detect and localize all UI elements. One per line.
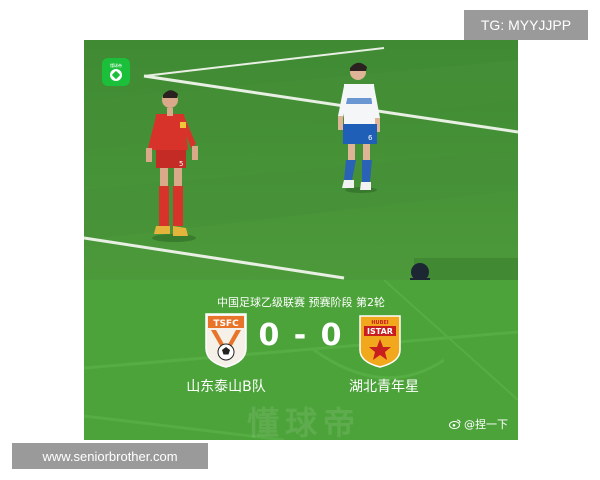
app-logo-icon: 懂球帝 (102, 58, 130, 86)
home-team-name: 山东泰山B队 (186, 379, 266, 395)
away-team-name: 湖北青年星 (349, 379, 419, 395)
football-icon (110, 69, 122, 81)
site-watermark: www.seniorbrother.com (12, 443, 208, 469)
telegram-watermark: TG: MYYJJPP (464, 10, 588, 40)
match-round-title: 中国足球乙级联赛 预赛阶段 第2轮 (217, 296, 385, 309)
app-logo-text: 懂球帝 (110, 63, 122, 68)
author-handle: @捏一下 (464, 418, 508, 431)
svg-text:6: 6 (368, 134, 373, 142)
match-photo: 5 6 (84, 40, 518, 288)
away-crest-text: ISTAR (367, 327, 393, 336)
away-crest-top-text: HUBEI (371, 320, 388, 326)
away-team-crest: HUBEI ISTAR (359, 315, 401, 368)
match-score: 0 - 0 (258, 318, 344, 353)
score-panel: 懂球帝 中国足球乙级联赛 预赛阶段 第2轮 TSFC 0 - 0 HUBEI I… (84, 280, 518, 440)
author-credit: @捏一下 (449, 416, 508, 432)
match-card: 5 6 懂球帝 懂球帝 中国足球乙级联赛 预赛阶段 第2轮 TSFC 0 - 0… (84, 40, 518, 440)
weibo-icon (449, 419, 461, 429)
svg-text:5: 5 (179, 160, 183, 168)
panel-watermark: 懂球帝 (246, 404, 361, 440)
